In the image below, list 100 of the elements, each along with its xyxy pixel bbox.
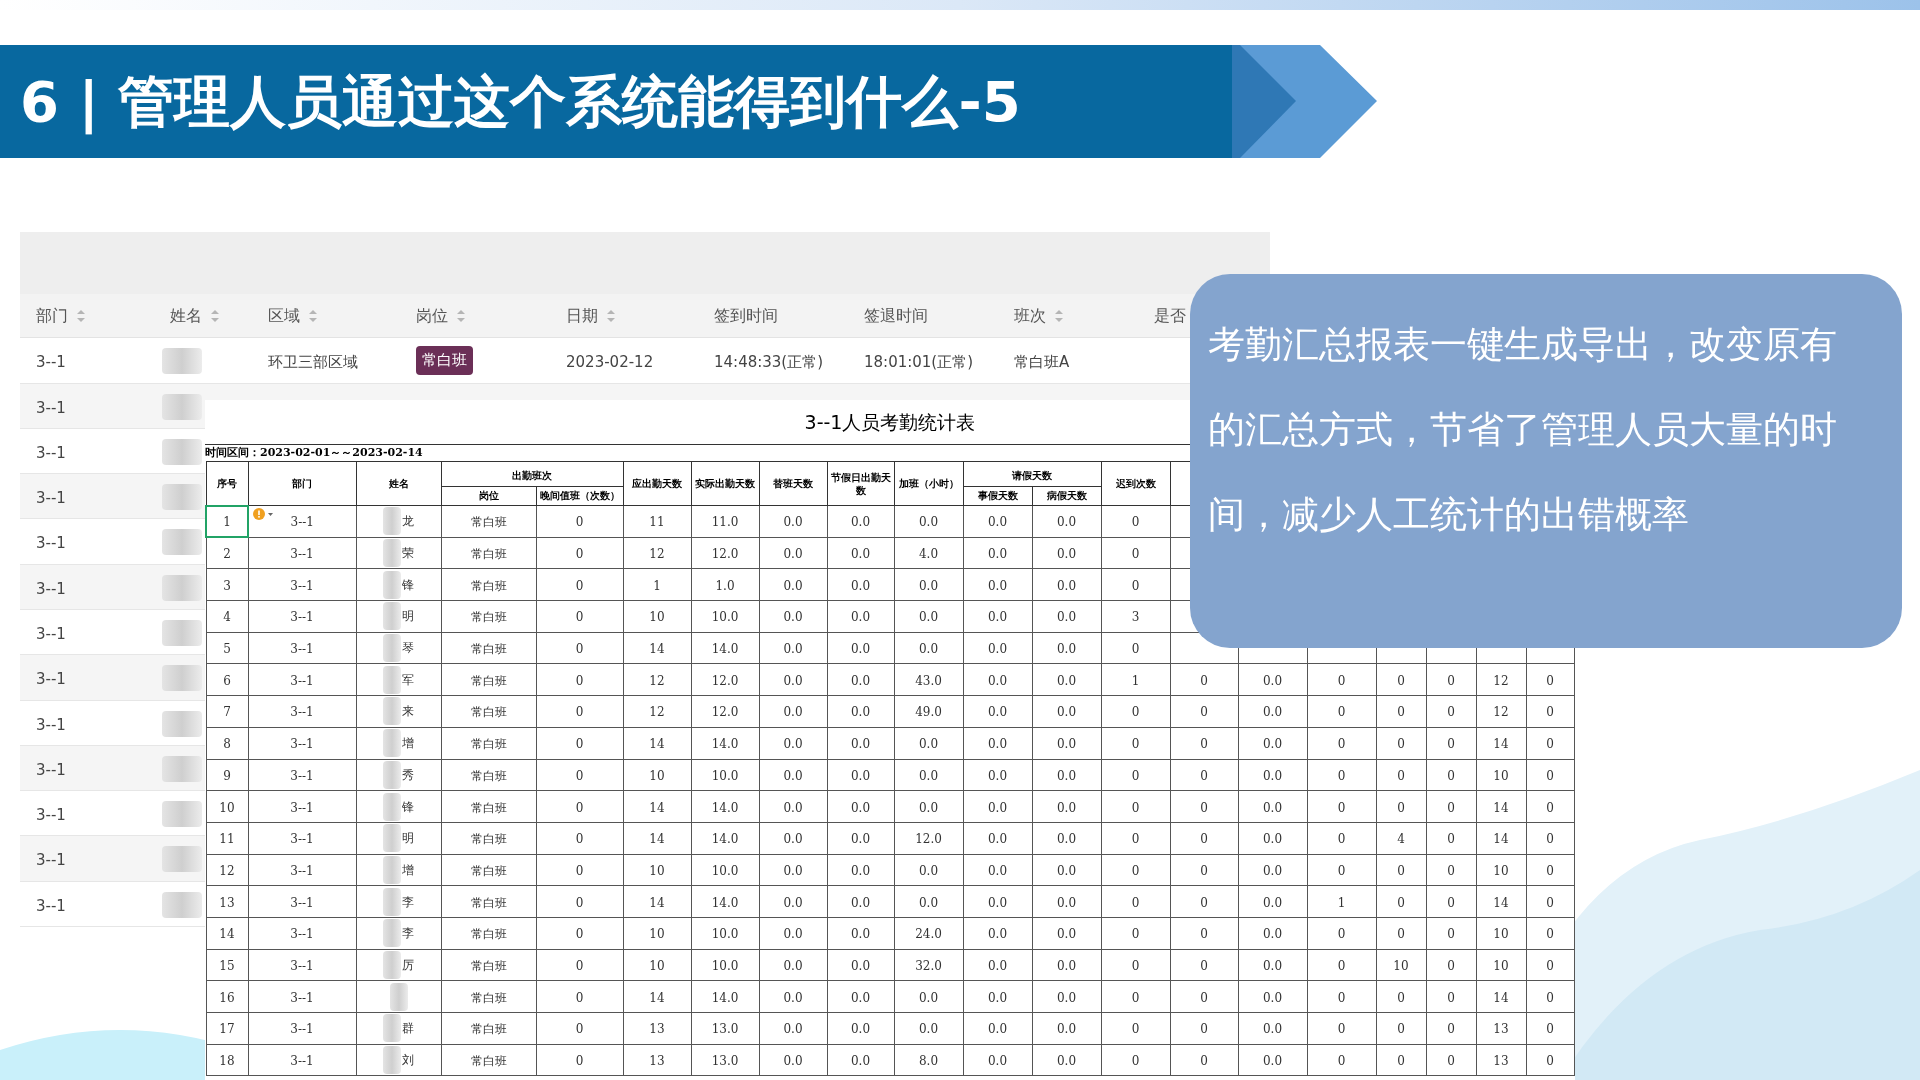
table-cell: 3--1 (290, 1054, 314, 1069)
table-cell: 0.0 (987, 863, 1008, 878)
table-cell: 0.0 (850, 673, 871, 688)
table-cell: 0 (1200, 1054, 1208, 1069)
table-cell: 0 (1546, 958, 1554, 973)
table-cell: 0 (1131, 958, 1140, 973)
table-cell: 3--1 (290, 578, 314, 593)
table-cell: 0.0 (987, 578, 1008, 593)
table-cell: 0 (1131, 547, 1140, 562)
table-cell: 常白班 (470, 990, 507, 1005)
table-cell: 3--1 (290, 990, 314, 1005)
sort-icon[interactable] (606, 308, 616, 323)
table-cell-text: 锋 (402, 576, 414, 594)
table-cell: 1.0 (715, 578, 735, 593)
table-cell: 14.0 (711, 990, 739, 1005)
table-cell-text: 厉 (402, 956, 414, 974)
table-cell: 14 (649, 642, 665, 657)
table-cell: 0.0 (1262, 768, 1283, 783)
table-cell: 0 (575, 547, 584, 562)
table-cell: 14.0 (711, 642, 739, 657)
table-cell: 0.0 (783, 927, 803, 942)
group-header: 出勤班次 (512, 470, 552, 481)
blurred-patch (162, 574, 202, 601)
sort-icon[interactable] (210, 308, 220, 323)
table-cell: 0 (1337, 832, 1346, 847)
table-cell: 0 (1131, 1022, 1140, 1037)
table-cell: 0 (1131, 578, 1140, 593)
sort-icon[interactable] (1054, 308, 1064, 323)
column-header: 实际出勤天数 (694, 477, 756, 490)
table-cell: 3--1 (290, 705, 314, 720)
table-cell: 0 (1546, 800, 1554, 815)
table-cell-text: 3--1 (36, 850, 66, 872)
table-cell: 3 (1131, 610, 1140, 625)
table-cell: 0.0 (1262, 895, 1283, 910)
table-cell: 0.0 (1056, 642, 1077, 657)
table-cell: 0 (1546, 927, 1554, 942)
column-header: 部门 (36, 304, 68, 327)
table-cell-text: 3--1 (36, 442, 66, 464)
table-cell: 0.0 (987, 958, 1008, 973)
table-cell: 0.0 (783, 705, 803, 720)
table-cell: 3--1 (290, 737, 314, 752)
table-cell: 0.0 (918, 990, 939, 1005)
table-cell: 0 (1337, 1054, 1346, 1069)
table-cell-text: 18:01:01(正常) (864, 352, 974, 374)
table-cell: 0 (1546, 737, 1554, 752)
table-cell: 0.0 (783, 1022, 803, 1037)
table-cell: 0 (1397, 673, 1405, 688)
report-title: 3--1人员考勤统计表 (804, 409, 976, 435)
warning-icon[interactable] (253, 508, 275, 520)
table-cell: 14.0 (711, 832, 739, 847)
table-cell: 0 (1397, 737, 1405, 752)
table-cell: 0 (575, 958, 584, 973)
blurred-patch (383, 507, 401, 536)
table-cell: 常白班 (470, 800, 507, 815)
table-cell: 3--1 (290, 958, 314, 973)
table-cell-text: 3--1 (36, 352, 66, 374)
sort-icon[interactable] (308, 308, 318, 323)
column-header: 签到时间 (714, 304, 778, 327)
table-cell: 0 (1447, 800, 1455, 815)
table-cell: 12.0 (711, 547, 739, 562)
table-cell: 0 (1546, 705, 1554, 720)
table-cell: 0.0 (850, 705, 871, 720)
table-cell: 0.0 (1262, 705, 1283, 720)
sort-icon[interactable] (456, 308, 466, 323)
column-header: 区域 (268, 304, 300, 327)
table-cell: 0 (1397, 927, 1405, 942)
table-cell: 0.0 (1056, 768, 1077, 783)
table-cell: 0.0 (1262, 673, 1283, 688)
table-cell: 0 (1131, 768, 1140, 783)
table-cell: 0 (1546, 1054, 1554, 1069)
table-cell: 14 (649, 800, 665, 815)
table-cell: 0 (575, 832, 584, 847)
table-cell: 0 (575, 515, 584, 530)
table-cell: 常白班 (470, 768, 507, 783)
blurred-patch (383, 824, 401, 853)
table-cell: 0 (1337, 958, 1346, 973)
table-cell: 12.0 (711, 673, 739, 688)
column-header: 事假天数 (976, 490, 1019, 502)
table-cell: 0 (1131, 1054, 1140, 1069)
blurred-patch (162, 393, 202, 420)
table-cell: 14 (1493, 990, 1509, 1005)
table-cell: 0 (1200, 800, 1208, 815)
table-cell: 0.0 (783, 642, 803, 657)
table-cell: 0 (1200, 927, 1208, 942)
table-cell: 12 (1493, 673, 1509, 688)
blurred-patch (162, 438, 202, 465)
table-cell-text: 刘 (402, 1052, 414, 1070)
table-cell: 0.0 (987, 1022, 1008, 1037)
blurred-patch (383, 729, 401, 758)
table-cell: 0.0 (850, 863, 871, 878)
table-cell: 14 (1493, 832, 1509, 847)
table-cell: 3--1 (290, 832, 314, 847)
sort-icon[interactable] (76, 308, 86, 323)
table-cell: 0.0 (850, 895, 871, 910)
table-cell: 10.0 (711, 610, 739, 625)
table-cell: 常白班 (470, 578, 507, 593)
table-cell-text: 3--1 (36, 533, 66, 555)
table-cell: 13.0 (711, 1054, 739, 1069)
table-cell: 12 (649, 705, 665, 720)
blurred-patch (162, 801, 202, 828)
